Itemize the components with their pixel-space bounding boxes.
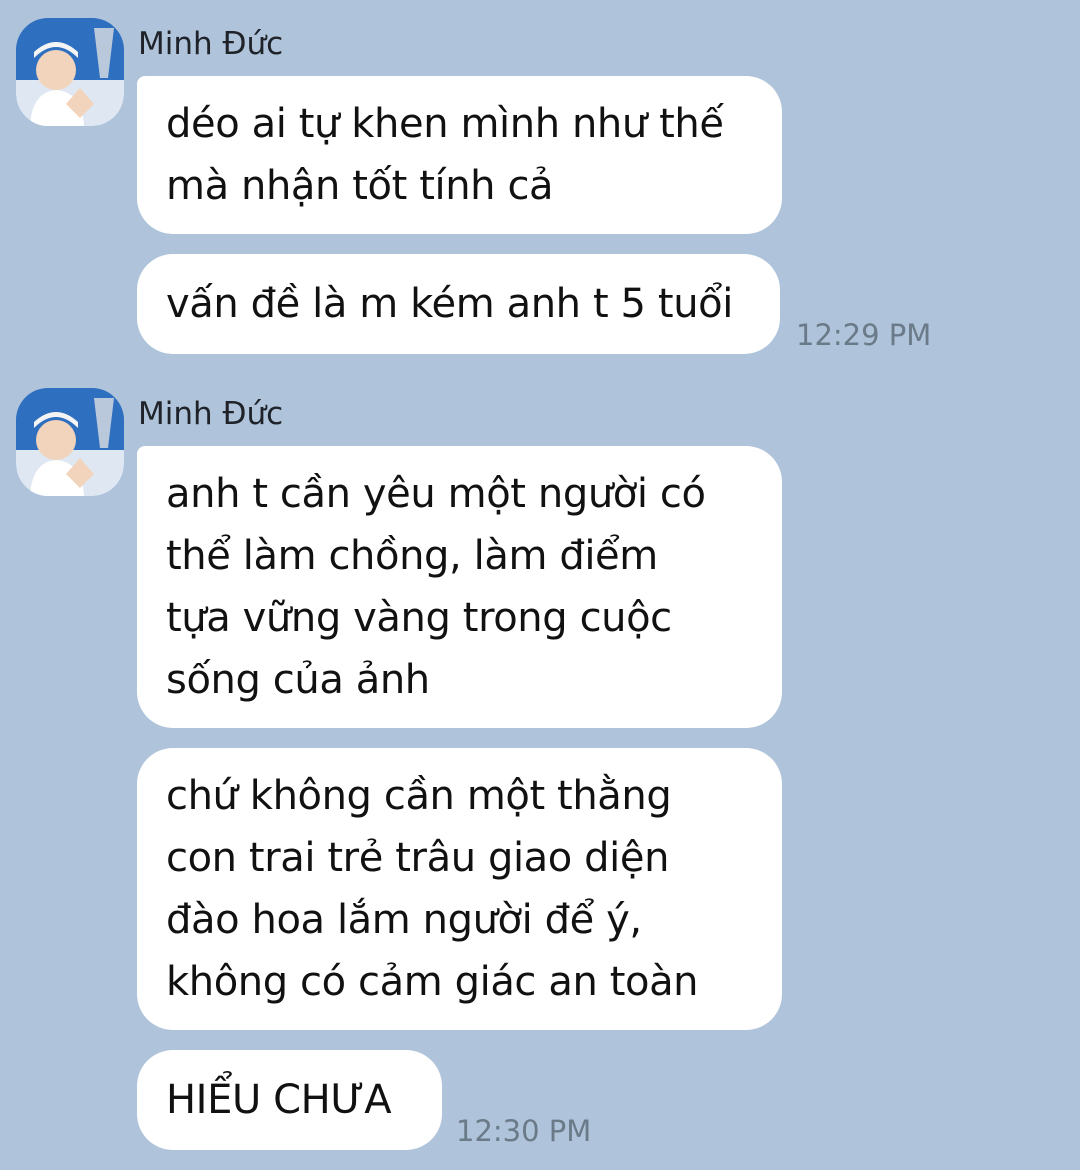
message-text: déo ai tự khen mình như thế mà nhận tốt … (166, 101, 724, 209)
message-text: HIỂU CHƯA (166, 1077, 392, 1123)
message-bubble[interactable]: anh t cần yêu một người có thể làm chồng… (137, 446, 782, 728)
sender-avatar[interactable] (16, 388, 124, 496)
message-bubble[interactable]: HIỂU CHƯA (137, 1050, 442, 1150)
sender-name: Minh Đức (138, 26, 284, 62)
avatar-photo-icon (16, 18, 124, 126)
message-text: chứ không cần một thằng con trai trẻ trâ… (166, 773, 699, 1005)
message-bubble[interactable]: chứ không cần một thằng con trai trẻ trâ… (137, 748, 782, 1030)
message-bubble[interactable]: déo ai tự khen mình như thế mà nhận tốt … (137, 76, 782, 234)
message-text: anh t cần yêu một người có thể làm chồng… (166, 471, 706, 703)
message-timestamp: 12:30 PM (456, 1114, 592, 1148)
sender-avatar[interactable] (16, 18, 124, 126)
message-text: vấn đề là m kém anh t 5 tuổi (166, 281, 733, 327)
message-timestamp: 12:29 PM (796, 318, 932, 352)
sender-name: Minh Đức (138, 396, 284, 432)
message-bubble[interactable]: vấn đề là m kém anh t 5 tuổi (137, 254, 780, 354)
avatar-photo-icon (16, 388, 124, 496)
